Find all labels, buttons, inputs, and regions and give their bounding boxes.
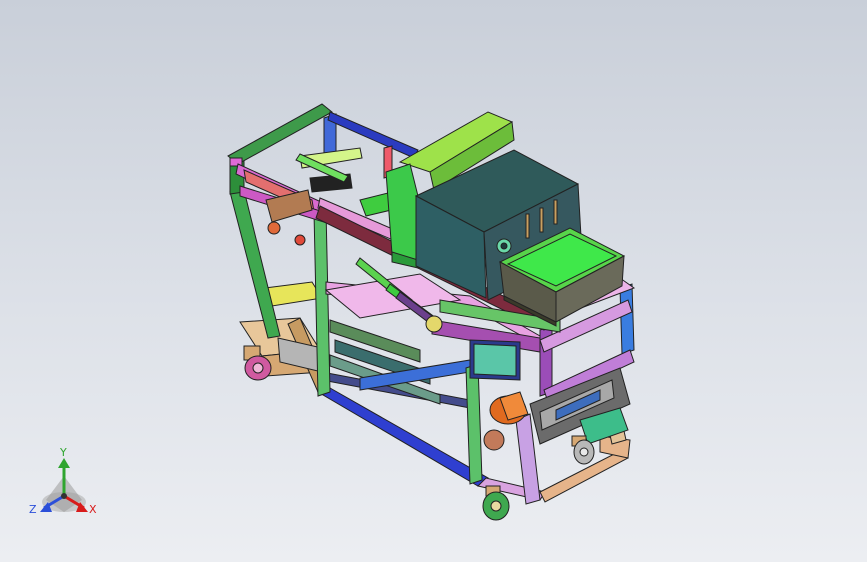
z-axis-label: Z <box>29 503 37 516</box>
y-axis-label: Y <box>60 446 67 459</box>
x-axis-label: X <box>89 503 97 516</box>
cad-viewport[interactable]: Y X Z <box>0 0 867 562</box>
axis-triad <box>40 458 88 512</box>
